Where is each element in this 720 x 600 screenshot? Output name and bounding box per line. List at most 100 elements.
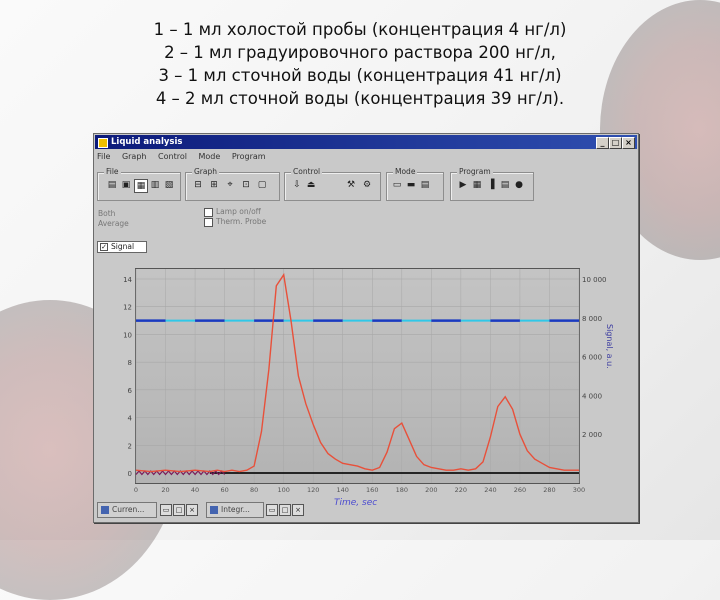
series-select-value: Signal (111, 242, 135, 251)
x-tick-label: 40 (191, 486, 199, 494)
taskbar-current[interactable]: Curren... (97, 502, 157, 518)
y-tick-label: 8 (128, 359, 132, 367)
y-tick-label: 12 (123, 304, 132, 312)
run-icon[interactable]: ▶ (457, 179, 469, 191)
close-icon[interactable]: × (292, 504, 304, 516)
app-icon (98, 138, 108, 148)
y-right-tick-label: 2 000 (582, 431, 602, 439)
plot-area (135, 268, 580, 484)
lamp-checkbox[interactable]: Lamp on/off (204, 207, 261, 217)
window-icon (210, 506, 218, 514)
restore-icon[interactable]: ▭ (266, 504, 278, 516)
eject-icon[interactable]: ⏏ (305, 179, 317, 191)
x-tick-label: 140 (337, 486, 349, 494)
caption-line: 3 – 1 мл сточной воды (концентрация 41 н… (158, 66, 562, 85)
menu-file[interactable]: File (97, 152, 110, 161)
close-button[interactable]: × (622, 137, 635, 149)
y-right-tick-label: 6 000 (582, 354, 602, 362)
pan-icon[interactable]: ⊞ (208, 179, 220, 191)
y-tick-label: 4 (128, 415, 133, 423)
table-icon[interactable]: ▦ (471, 179, 483, 191)
toolbar-group-control: Control ⇩ ⏏ ⚒ ⚙ (284, 167, 381, 201)
x-axis-label: Time, sec (334, 498, 378, 508)
x-tick-label: 60 (220, 486, 228, 494)
menu-mode[interactable]: Mode (199, 152, 221, 161)
mode-c-icon[interactable]: ▤ (419, 179, 431, 191)
save-icon[interactable]: ▣ (120, 179, 132, 191)
toolbar-group-file: File ▤ ▣ ▦ ▥ ▧ (97, 167, 181, 201)
maximize-icon[interactable]: □ (173, 504, 185, 516)
scale-icon[interactable]: ⊡ (240, 179, 252, 191)
x-tick-label: 260 (514, 486, 526, 494)
taskbar-label: Curren... (112, 505, 145, 514)
x-tick-label: 100 (277, 486, 289, 494)
x-tick-label: 300 (573, 486, 585, 494)
y-right-tick-label: 8 000 (582, 315, 602, 323)
mode-a-icon[interactable]: ▭ (391, 179, 403, 191)
series-select[interactable]: ✓ Signal (97, 241, 147, 253)
x-tick-label: 160 (366, 486, 378, 494)
window-icon (101, 506, 109, 514)
open-icon[interactable]: ▤ (106, 179, 118, 191)
x-tick-label: 220 (455, 486, 467, 494)
toolbar-group-label: Control (291, 167, 323, 176)
taskbar-integr[interactable]: Integr... (206, 502, 264, 518)
zoom-icon[interactable]: ⊟ (192, 179, 204, 191)
toolbar-group-graph: Graph ⊟ ⊞ ⌖ ⊡ ▢ (185, 167, 280, 201)
check-icon: ✓ (100, 243, 108, 251)
app-window: Liquid analysis _ □ × File Graph Control… (93, 133, 639, 523)
restore-icon[interactable]: ▭ (160, 504, 172, 516)
y-right-tick-label: 10 000 (582, 276, 607, 284)
y-tick-label: 10 (123, 331, 132, 339)
grid-icon[interactable]: ▢ (256, 179, 268, 191)
window-title: Liquid analysis (111, 137, 183, 147)
checkbox-icon[interactable] (204, 207, 213, 217)
menu-control[interactable]: Control (158, 152, 187, 161)
lamp-label: Lamp on/off (216, 207, 261, 216)
x-tick-label: 0 (134, 486, 138, 494)
info-both: Both (98, 209, 116, 218)
checkbox-icon[interactable] (204, 217, 213, 227)
x-tick-label: 240 (484, 486, 496, 494)
toolbar-group-label: Graph (192, 167, 220, 176)
minimize-button[interactable]: _ (596, 137, 609, 149)
x-tick-label: 80 (250, 486, 258, 494)
menu-bar: File Graph Control Mode Program (97, 152, 275, 164)
toolbar-group-label: Program (457, 167, 493, 176)
title-bar[interactable]: Liquid analysis _ □ × (95, 135, 637, 149)
toolbar-group-label: File (104, 167, 121, 176)
print-icon[interactable]: ▦ (134, 179, 148, 193)
maximize-icon[interactable]: □ (279, 504, 291, 516)
chart-icon[interactable]: ▧ (163, 179, 175, 191)
y-tick-label: 14 (123, 276, 132, 284)
y-axis-label-right: Signal, a.u. (605, 324, 614, 369)
light-icon[interactable]: ● (513, 179, 525, 191)
taskbar-label: Integr... (221, 505, 250, 514)
toolbar-group-label: Mode (393, 167, 418, 176)
toolbar-group-program: Program ▶ ▦ ▐ ▤ ● (450, 167, 534, 201)
y-right-tick-label: 4 000 (582, 392, 602, 400)
toolbar-group-mode: Mode ▭ ▬ ▤ (386, 167, 444, 201)
cursor-icon[interactable]: ⌖ (224, 179, 236, 191)
flag-icon[interactable]: ▐ (485, 179, 497, 191)
menu-program[interactable]: Program (232, 152, 266, 161)
probe-checkbox[interactable]: Therm. Probe (204, 217, 266, 227)
y-tick-label: 6 (128, 387, 133, 395)
menu-graph[interactable]: Graph (122, 152, 147, 161)
caption-line: 4 – 2 мл сточной воды (концентрация 39 н… (155, 89, 565, 108)
tools-icon[interactable]: ⚒ (345, 179, 357, 191)
probe-label: Therm. Probe (216, 217, 267, 226)
info-average: Average (98, 219, 129, 228)
download-icon[interactable]: ⇩ (291, 179, 303, 191)
report-icon[interactable]: ▤ (499, 179, 511, 191)
mode-b-icon[interactable]: ▬ (405, 179, 417, 191)
maximize-button[interactable]: □ (609, 137, 622, 149)
close-icon[interactable]: × (186, 504, 198, 516)
caption-line: 2 – 1 мл градуировочного раствора 200 нг… (164, 43, 556, 62)
export-icon[interactable]: ▥ (149, 179, 161, 191)
settings-icon[interactable]: ⚙ (361, 179, 373, 191)
x-tick-label: 200 (425, 486, 437, 494)
x-tick-label: 20 (161, 486, 169, 494)
caption-line: 1 – 1 мл холостой пробы (концентрация 4 … (153, 20, 567, 39)
y-tick-label: 2 (128, 442, 132, 450)
